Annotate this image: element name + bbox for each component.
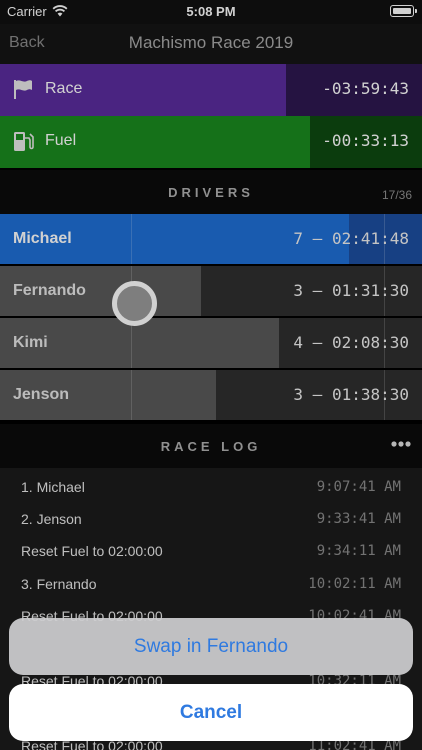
swap-driver-label: Swap in Fernando — [133, 636, 289, 657]
swap-driver-button[interactable]: Swap in Fernando — [9, 618, 413, 675]
cancel-label: Cancel — [179, 702, 243, 723]
cancel-button[interactable]: Cancel — [9, 684, 413, 741]
